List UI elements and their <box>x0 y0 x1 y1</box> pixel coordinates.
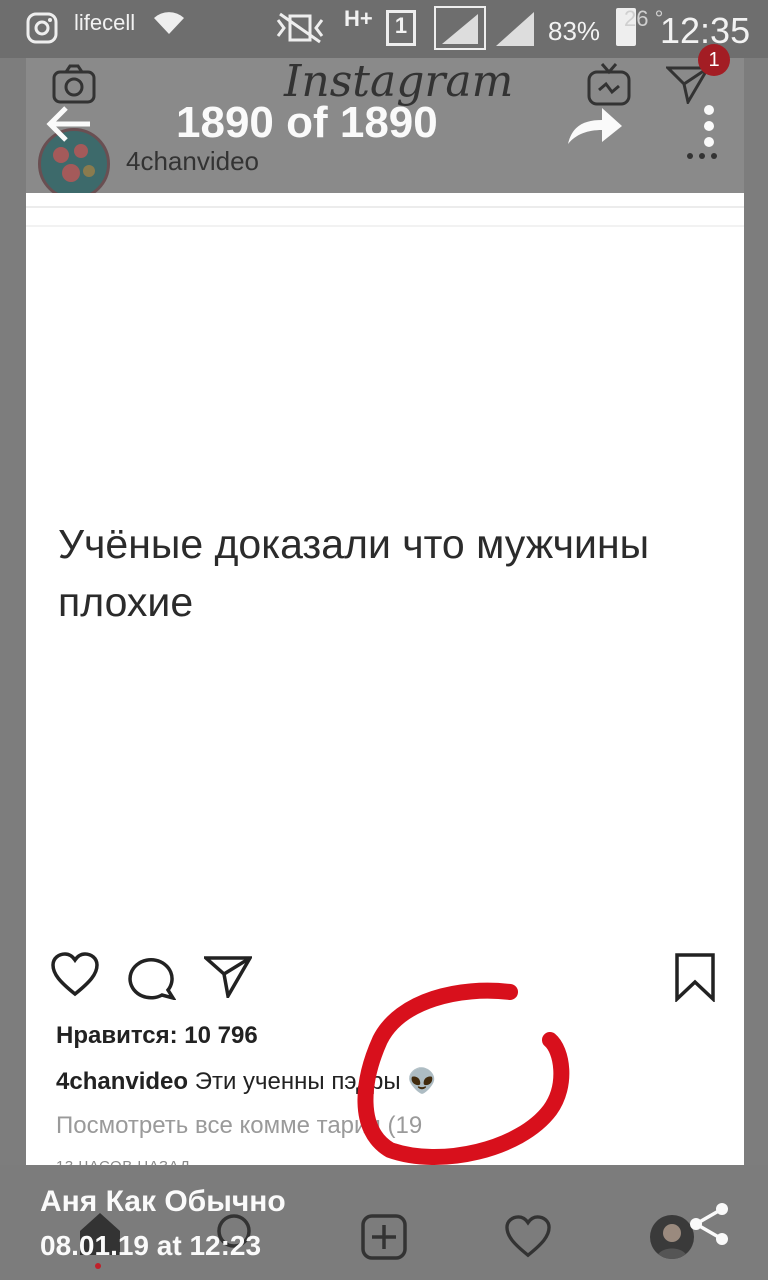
instagram-notification-icon <box>26 12 58 44</box>
camera-icon[interactable] <box>52 64 96 109</box>
home-active-dot <box>95 1263 101 1269</box>
dm-badge: 1 <box>698 44 730 76</box>
image-counter: 1890 of 1890 <box>176 98 438 147</box>
new-post-icon[interactable] <box>360 1213 408 1266</box>
caption-username[interactable]: 4chanvideo <box>56 1068 188 1095</box>
send-post-icon[interactable] <box>201 954 254 1003</box>
dm-badge-count: 1 <box>708 49 720 71</box>
left-dim-edge <box>0 58 26 1165</box>
vibrate-mute-icon <box>272 12 328 49</box>
post-top-divider <box>26 206 744 208</box>
activity-heart-icon[interactable] <box>504 1215 552 1264</box>
share-icon[interactable] <box>688 1201 730 1252</box>
author-name: Аня Как Обычно <box>40 1185 286 1218</box>
status-bar: lifecell H+ 1 83% 26 ° 12:35 <box>0 0 768 58</box>
save-bookmark-icon[interactable] <box>674 952 716 1007</box>
wifi-icon <box>152 10 186 41</box>
more-vert-icon[interactable] <box>702 104 716 153</box>
carrier-name: lifecell <box>74 10 136 35</box>
sim-slot-badge: 1 <box>386 10 416 46</box>
share-arrow-icon[interactable] <box>566 104 624 151</box>
viewer-footer <box>0 1165 768 1280</box>
temperature: 26 ° <box>624 6 664 31</box>
comment-icon[interactable] <box>128 954 177 1005</box>
like-count[interactable]: Нравится: 10 796 <box>56 1022 258 1050</box>
signal-icon-2 <box>494 10 536 53</box>
battery-percent: 83% <box>548 16 601 46</box>
like-heart-icon[interactable] <box>50 952 100 1003</box>
post-date: 08.01.19 at 12:23 <box>40 1230 262 1261</box>
post-username[interactable]: 4chanvideo <box>126 146 259 177</box>
post-top-divider-2 <box>26 225 744 227</box>
network-type: H+ <box>344 6 373 31</box>
post-image-text: Учёные доказали что мужчины плохие <box>58 521 650 625</box>
signal-icon-1 <box>434 6 486 55</box>
back-arrow-icon[interactable] <box>44 104 92 149</box>
right-dim-edge <box>744 58 768 1165</box>
red-circle-annotation <box>350 980 580 1175</box>
sim-slot-number: 1 <box>394 13 408 38</box>
